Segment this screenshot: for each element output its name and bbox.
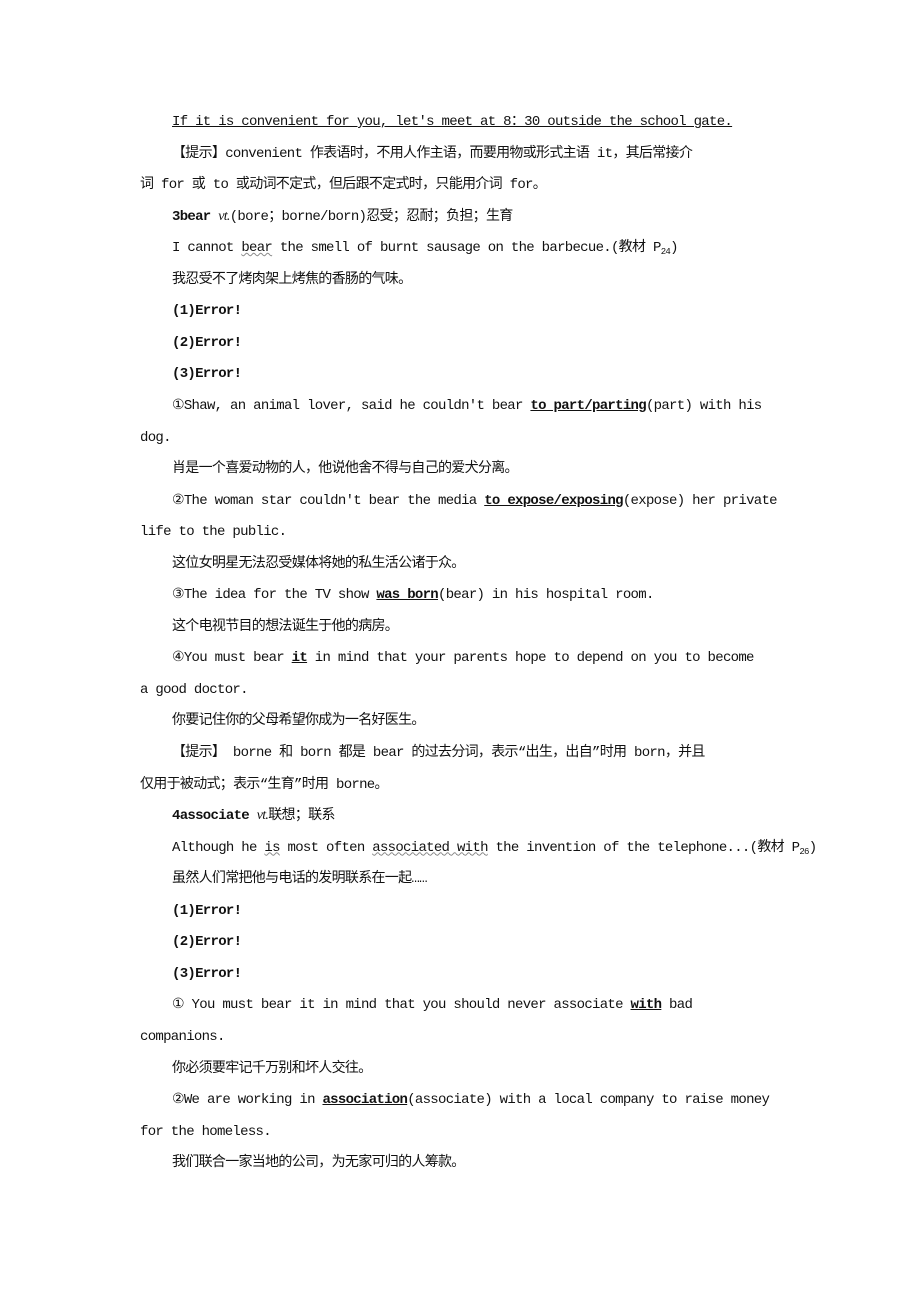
paragraph-line: 虽然人们常把他与电话的发明联系在一起…… <box>172 869 428 889</box>
paragraph-continuation-line: for the homeless. <box>140 1122 272 1142</box>
text-run: ②We are working in <box>172 1092 323 1109</box>
paragraph-line: I cannot bear the smell of burnt sausage… <box>172 238 678 262</box>
text-run: ① You must bear it in mind that you shou… <box>172 997 631 1014</box>
text-run: dog. <box>140 429 172 446</box>
text-run: a good doctor. <box>140 681 249 698</box>
styled-text: vt. <box>218 208 230 224</box>
text-run: (expose) her private <box>622 492 778 509</box>
paragraph-continuation-line: companions. <box>140 1027 225 1047</box>
answer-blank: with <box>630 997 663 1014</box>
subscript-page-number: 24 <box>660 247 671 258</box>
paragraph-line: 肖是一个喜爱动物的人，他说他舍不得与自己的爱犬分离。 <box>172 459 519 479</box>
paragraph-line: (1)Error! <box>172 901 242 921</box>
text-run: ) <box>808 839 817 856</box>
text-run: 这位女明星无法忍受媒体将她的私生活公诸于众。 <box>172 555 465 572</box>
styled-text: 4associate <box>172 808 250 825</box>
paragraph-line: (2)Error! <box>172 932 242 952</box>
text-run <box>249 808 257 824</box>
wavy-underlined-text: associated with <box>372 839 488 856</box>
answer-blank: to expose/exposing <box>484 492 623 509</box>
styled-text: (1)Error! <box>172 303 242 320</box>
answer-blank: was born <box>376 587 439 604</box>
styled-text: (3)Error! <box>172 965 242 982</box>
paragraph-line: 我忍受不了烤肉架上烤焦的香肠的气味。 <box>172 270 412 290</box>
text-run: ③The idea for the TV show <box>172 587 377 604</box>
text-run: ④You must bear <box>172 650 292 667</box>
paragraph-continuation-line: 词 for 或 to 或动词不定式，但后跟不定式时，只能用介词 for。 <box>140 175 547 195</box>
styled-text: (2)Error! <box>172 934 242 951</box>
text-run: ②The woman star couldn't bear the media <box>172 492 485 509</box>
styled-text: If it is convenient for you, let's meet … <box>172 114 733 130</box>
text-run: companions. <box>140 1028 225 1045</box>
paragraph-continuation-line: life to the public. <box>140 522 287 542</box>
paragraph-line: 3bear vt.(bore；borne/born)忍受；忍耐；负担；生育 <box>172 207 513 227</box>
answer-blank: it <box>291 650 308 667</box>
paragraph-continuation-line: 仅用于被动式；表示“生育”时用 borne。 <box>140 775 389 795</box>
text-run: most often <box>279 839 373 856</box>
paragraph-line: If it is convenient for you, let's meet … <box>172 112 733 132</box>
text-run: 你要记住你的父母希望你成为一名好医生。 <box>172 713 425 730</box>
paragraph-line: ②We are working in association(associate… <box>172 1090 770 1110</box>
text-run: I cannot <box>172 240 242 257</box>
text-run: 你必须要牢记千万别和坏人交往。 <box>172 1060 372 1077</box>
text-run: the invention of the telephone...(教材 P <box>487 839 800 856</box>
text-run: in mind that your parents hope to depend… <box>307 650 755 667</box>
paragraph-line: 【提示】convenient 作表语时，不用人作主语，而要用物或形式主语 it，… <box>172 144 693 164</box>
paragraph-line: 你必须要牢记千万别和坏人交往。 <box>172 1059 372 1079</box>
text-run: ①Shaw, an animal lover, said he couldn't… <box>172 397 531 414</box>
paragraph-line: 你要记住你的父母希望你成为一名好医生。 <box>172 711 425 731</box>
paragraph-continuation-line: dog. <box>140 428 172 448</box>
styled-text: (3)Error! <box>172 366 242 383</box>
paragraph-line: Although he is most often associated wit… <box>172 838 817 862</box>
text-run: 我们联合一家当地的公司，为无家可归的人筹款。 <box>172 1155 465 1172</box>
paragraph-line: ①Shaw, an animal lover, said he couldn't… <box>172 396 762 416</box>
wavy-underlined-text: is <box>264 839 280 856</box>
paragraph-line: ① You must bear it in mind that you shou… <box>172 995 693 1015</box>
text-run: for the homeless. <box>140 1123 272 1140</box>
text-run: (part) with his <box>645 397 762 414</box>
text-run: 虽然人们常把他与电话的发明联系在一起…… <box>172 871 428 888</box>
text-run: bad <box>661 997 693 1014</box>
paragraph-line: ②The woman star couldn't bear the media … <box>172 491 778 511</box>
text-run: (bear) in his hospital room. <box>438 587 654 604</box>
paragraph-line: (3)Error! <box>172 964 242 984</box>
paragraph-line: (1)Error! <box>172 301 242 321</box>
subscript-page-number: 26 <box>799 846 809 857</box>
text-run: ) <box>670 240 678 257</box>
text-run: life to the public. <box>140 524 287 541</box>
answer-blank: association <box>322 1092 408 1109</box>
text-run: 肖是一个喜爱动物的人，他说他舍不得与自己的爱犬分离。 <box>172 461 519 478</box>
paragraph-line: 4associate vt.联想；联系 <box>172 806 335 826</box>
paragraph-line: ④You must bear it in mind that your pare… <box>172 648 754 668</box>
text-run: (associate) with a local company to rais… <box>407 1092 770 1109</box>
paragraph-line: 我们联合一家当地的公司，为无家可归的人筹款。 <box>172 1153 465 1173</box>
paragraph-line: 这位女明星无法忍受媒体将她的私生活公诸于众。 <box>172 554 465 574</box>
text-run: 【提示】convenient 作表语时，不用人作主语，而要用物或形式主语 it，… <box>172 145 693 162</box>
paragraph-line: (2)Error! <box>172 333 242 353</box>
paragraph-line: 【提示】 borne 和 born 都是 bear 的过去分词，表示“出生，出自… <box>172 743 705 763</box>
text-run: (bore；borne/born)忍受；忍耐；负担；生育 <box>229 208 514 225</box>
text-run: 我忍受不了烤肉架上烤焦的香肠的气味。 <box>172 271 412 288</box>
text-run: 联想；联系 <box>268 808 335 825</box>
styled-text: (1)Error! <box>172 902 242 919</box>
paragraph-continuation-line: a good doctor. <box>140 680 249 700</box>
wavy-underlined-text: bear <box>241 240 273 257</box>
styled-text: 3bear <box>172 208 211 225</box>
text-run: 【提示】 borne 和 born 都是 bear 的过去分词，表示“出生，出自… <box>172 745 705 761</box>
text-run: 仅用于被动式；表示“生育”时用 borne。 <box>140 776 389 793</box>
text-run: 这个电视节目的想法诞生于他的病房。 <box>172 618 399 635</box>
paragraph-line: ③The idea for the TV show was born(bear)… <box>172 585 654 605</box>
paragraph-line: 这个电视节目的想法诞生于他的病房。 <box>172 617 399 637</box>
text-run: 词 for 或 to 或动词不定式，但后跟不定式时，只能用介词 for。 <box>140 177 547 194</box>
styled-text: vt. <box>256 808 269 824</box>
styled-text: (2)Error! <box>172 334 242 351</box>
text-run: the smell of burnt sausage on the barbec… <box>272 240 662 257</box>
text-run: Although he <box>172 839 265 856</box>
paragraph-line: (3)Error! <box>172 364 242 384</box>
answer-blank: to part/parting <box>530 397 646 414</box>
